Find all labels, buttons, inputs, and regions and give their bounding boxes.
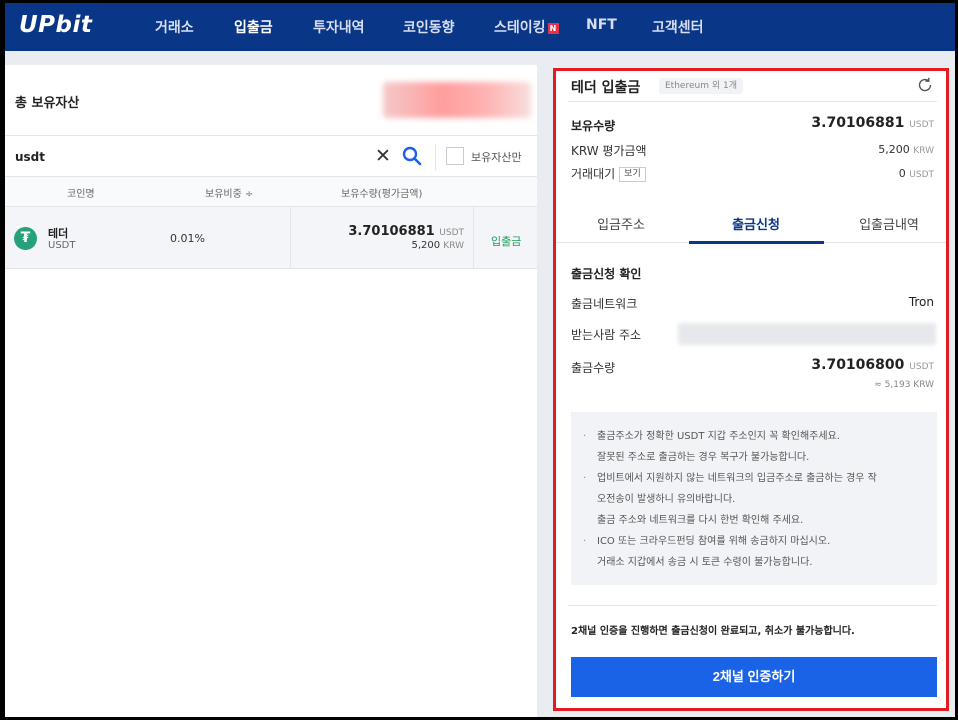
amount-label: 출금수량	[571, 361, 616, 375]
nav-coin-trends[interactable]: 코인동향	[403, 17, 455, 37]
search-input[interactable]	[15, 146, 355, 168]
table-row[interactable]: ₮ 테더 USDT 0.01% 3.70106881 USDT 5,200 KR…	[5, 207, 537, 269]
divider	[568, 101, 937, 102]
holding-krw-unit: KRW	[443, 241, 464, 251]
divider	[568, 605, 937, 606]
notice-line: 업비트에서 지원하지 않는 네트워크의 입금주소로 출금하는 경우 작	[583, 468, 925, 489]
holding-amount: 3.70106881 USDT	[348, 224, 464, 239]
balance-label: 보유수량	[571, 119, 616, 133]
total-assets-value-redacted	[383, 82, 531, 118]
tab-history[interactable]: 입출금내역	[824, 214, 954, 233]
top-nav: UPbit 거래소 입출금 투자내역 코인동향 스테이킹 N NFT 고객센터	[5, 3, 955, 51]
col-ratio[interactable]: 보유비중 ÷	[205, 185, 253, 200]
holding-amount-unit: USDT	[439, 228, 464, 238]
pending-label: 거래대기 보기	[571, 165, 646, 182]
col-coin-name[interactable]: 코인명	[67, 185, 95, 200]
pending-label-text: 거래대기	[571, 167, 616, 181]
confirm-text: 2채널 인증을 진행하면 출금신청이 완료되고, 취소가 불가능합니다.	[571, 626, 855, 637]
notice-line: 오전송이 발생하니 유의바랍니다.	[597, 494, 736, 505]
amount-krw: ≈ 5,193 KRW	[874, 380, 934, 390]
section-title: 출금신청 확인	[571, 267, 642, 281]
holdings-panel: 총 보유자산 ✕ 보유자산만 코인명 보유비중 ÷ 보유수량(평가금액) ₮ 테…	[5, 65, 537, 717]
krw-label: KRW 평가금액	[571, 144, 647, 158]
app-frame: UPbit 거래소 입출금 투자내역 코인동향 스테이킹 N NFT 고객센터 총…	[5, 3, 955, 717]
notice-line: 거래소 지갑에서 송금 시 토큰 수령이 불가능합니다.	[597, 557, 813, 568]
krw-amount: 5,200	[878, 143, 910, 156]
nav-deposit-withdraw[interactable]: 입출금	[234, 17, 273, 37]
notice-box: 출금주소가 정확한 USDT 지갑 주소인지 꼭 확인해주세요. 잘못된 주소로…	[571, 412, 937, 585]
nav-investments[interactable]: 투자내역	[313, 17, 365, 37]
only-held-label[interactable]: 보유자산만	[471, 149, 522, 165]
search-bar: ✕ 보유자산만	[5, 135, 537, 177]
total-assets-title: 총 보유자산	[15, 96, 80, 111]
recipient-address-redacted	[678, 323, 936, 345]
nav-nft[interactable]: NFT	[586, 17, 617, 33]
tether-icon: ₮	[14, 227, 37, 250]
notice-line: 출금 주소와 네트워크를 다시 한번 확인해 주세요.	[597, 515, 804, 526]
amount-unit: USDT	[909, 362, 934, 372]
refresh-icon[interactable]	[916, 76, 934, 94]
pending-amount: 0	[898, 167, 906, 180]
nav-exchange[interactable]: 거래소	[155, 17, 194, 37]
notice-line: ICO 또는 크라우드펀딩 참여를 위해 송금하지 마십시오.	[583, 531, 925, 552]
balance-amount: 3.70106881	[811, 115, 905, 131]
new-badge: N	[547, 22, 559, 34]
panel-tabs: 입금주소 출금신청 입출금내역	[556, 205, 946, 244]
col-amount[interactable]: 보유수량(평가금액)	[341, 185, 422, 200]
holding-ratio: 0.01%	[170, 232, 205, 245]
pending-view-button[interactable]: 보기	[619, 167, 646, 182]
holding-krw: 5,200 KRW	[411, 240, 464, 251]
close-icon[interactable]: ✕	[373, 146, 393, 166]
krw-value: 5,200 KRW	[878, 143, 934, 156]
notice-line: 잘못된 주소로 출금하는 경우 복구가 불가능합니다.	[597, 452, 810, 463]
deposit-withdraw-link[interactable]: 입출금	[491, 233, 521, 249]
withdraw-panel: 테더 입출금 Ethereum 외 1개 보유수량 3.70106881 USD…	[553, 68, 949, 711]
address-label: 받는사람 주소	[571, 328, 642, 342]
amount-value: 3.70106800 USDT	[811, 357, 934, 373]
nav-staking-label: 스테이킹	[494, 20, 546, 36]
balance-unit: USDT	[909, 120, 934, 130]
only-held-checkbox[interactable]	[446, 147, 464, 165]
network-tag[interactable]: Ethereum 외 1개	[659, 78, 743, 94]
holding-krw-value: 5,200	[411, 240, 441, 251]
balance-value: 3.70106881 USDT	[811, 115, 934, 131]
nav-staking[interactable]: 스테이킹 N	[494, 17, 559, 37]
pending-value: 0 USDT	[899, 167, 934, 180]
pending-unit: USDT	[909, 170, 934, 180]
divider	[473, 207, 474, 269]
table-header: 코인명 보유비중 ÷ 보유수량(평가금액)	[5, 177, 537, 207]
panel-title: 테더 입출금	[571, 80, 641, 96]
divider	[435, 144, 436, 170]
amount-number: 3.70106800	[811, 357, 905, 373]
notice-line: 출금주소가 정확한 USDT 지갑 주소인지 꼭 확인해주세요.	[583, 426, 925, 447]
network-label: 출금네트워크	[571, 297, 638, 311]
nav-support[interactable]: 고객센터	[652, 17, 704, 37]
upbit-logo[interactable]: UPbit	[19, 12, 92, 38]
tab-withdraw-request[interactable]: 출금신청	[691, 214, 821, 233]
coin-name: 테더	[48, 227, 69, 240]
search-icon[interactable]	[401, 145, 423, 167]
coin-symbol: USDT	[48, 240, 76, 251]
network-value: Tron	[908, 295, 934, 309]
holding-amount-value: 3.70106881	[348, 224, 435, 239]
two-channel-auth-button[interactable]: 2채널 인증하기	[571, 657, 937, 697]
active-tab-underline	[689, 241, 824, 244]
divider	[290, 207, 291, 269]
krw-unit: KRW	[913, 146, 934, 156]
tab-deposit-address[interactable]: 입금주소	[556, 214, 686, 233]
